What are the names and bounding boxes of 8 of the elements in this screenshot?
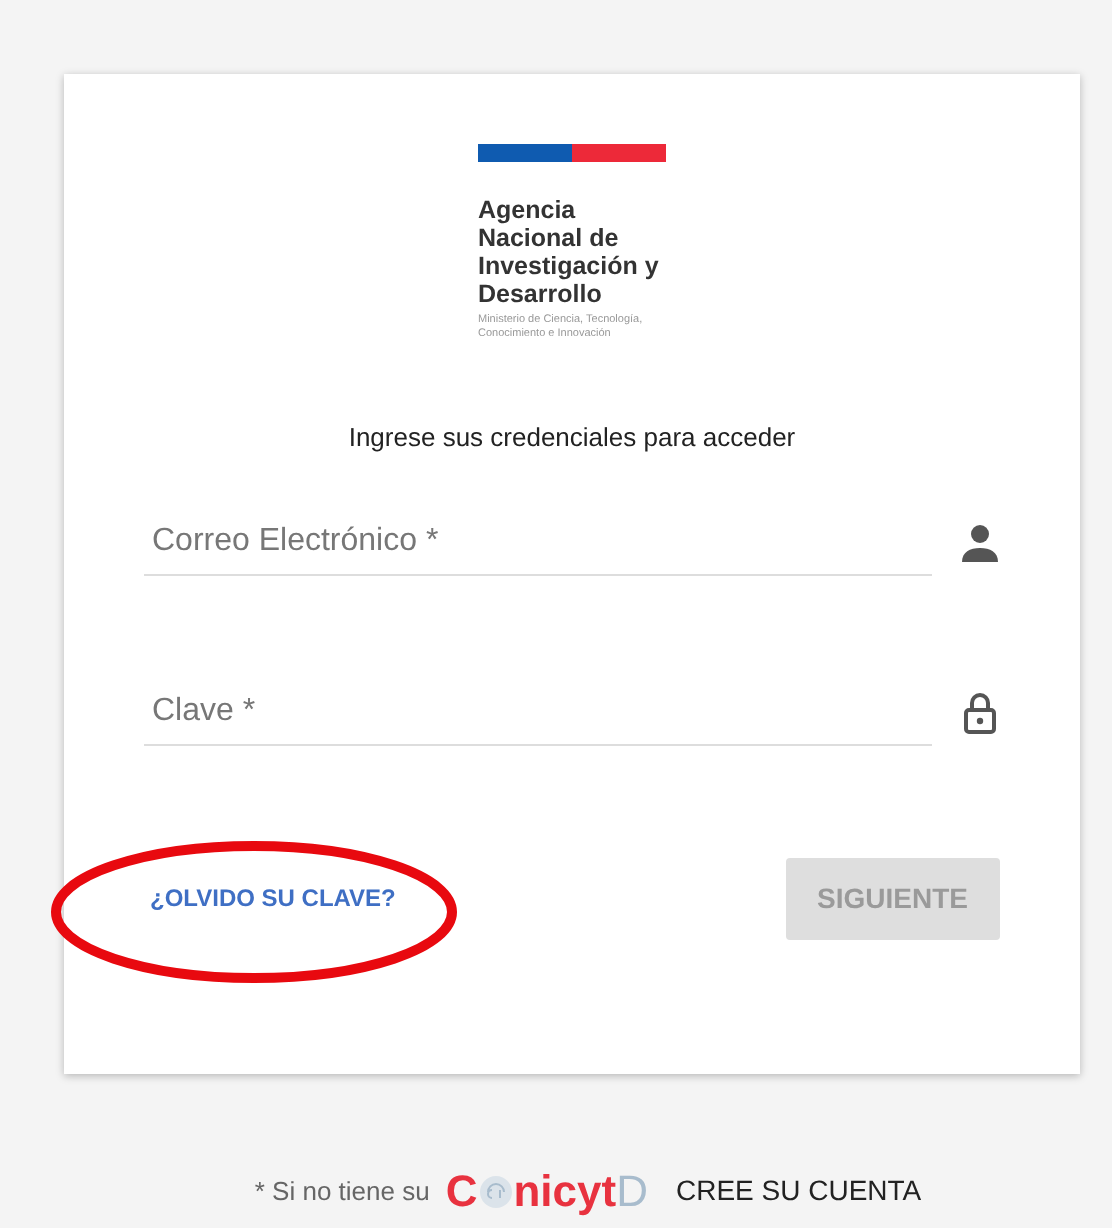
lock-icon [960, 690, 1000, 734]
footer-note: * Si no tiene su [254, 1173, 430, 1210]
agency-title: Agencia Nacional de Investigación y Desarrollo [478, 196, 661, 308]
login-prompt: Ingrese sus credenciales para acceder [346, 420, 798, 456]
create-account-link[interactable]: CREE SU CUENTA [675, 1170, 922, 1212]
person-icon [960, 520, 1000, 564]
forgot-password-link[interactable]: ¿OLVIDO SU CLAVE? [144, 880, 396, 916]
brand-logo: C nicytD [445, 1164, 648, 1220]
